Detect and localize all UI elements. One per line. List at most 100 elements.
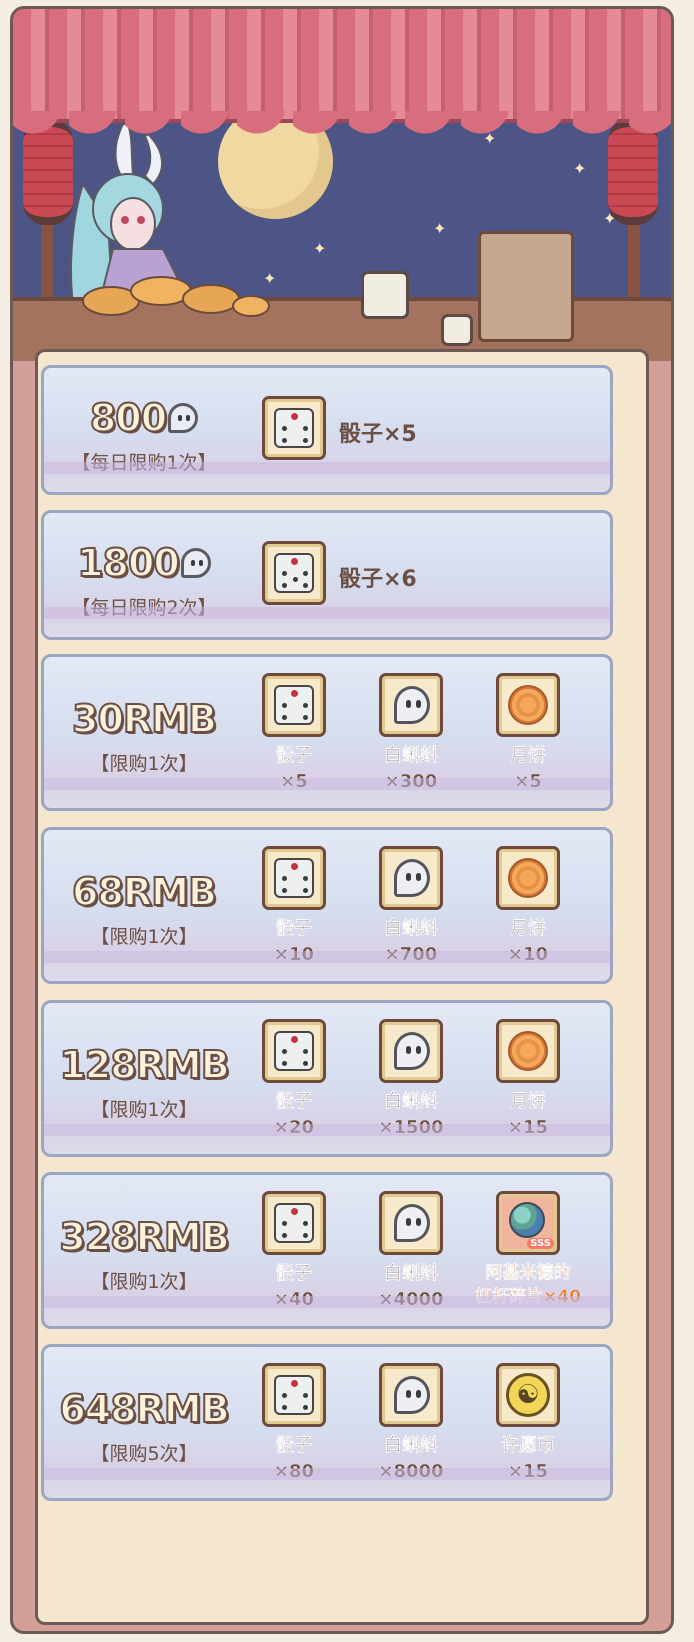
item-frame — [496, 846, 560, 910]
item-qty: ×300 — [384, 771, 438, 792]
reward-item-dice: 骰子 ×20 — [234, 1019, 354, 1141]
white-tadpole-icon — [394, 1376, 430, 1414]
item-frame — [379, 846, 443, 910]
item-frame — [496, 673, 560, 737]
pack-card[interactable]: 68RMB 【限购1次】 骰子 ×10 白蝌蚪 ×700 月饼 ×10 — [41, 827, 613, 984]
item-name: 阿基米德的 — [485, 1263, 571, 1283]
item-qty: ×40 — [273, 1289, 315, 1310]
purchase-limit: 【每日限购1次】 — [71, 452, 217, 474]
item-frame — [379, 1363, 443, 1427]
star-icon: ✦ — [313, 239, 327, 258]
reward-item-tadpole: 白蝌蚪 ×700 — [351, 846, 471, 968]
item-name: 月饼 — [510, 918, 546, 939]
item-name: 骰子 — [276, 1263, 312, 1284]
pack-price: 328RMB — [58, 1214, 230, 1260]
pack-price: 1800 — [76, 540, 181, 586]
curtain-decoration — [13, 9, 671, 123]
dice-icon — [274, 408, 314, 448]
pack-price: 30RMB — [71, 696, 218, 742]
item-frame — [379, 1191, 443, 1255]
item-name: 骰子 — [276, 1091, 312, 1112]
pack-card[interactable]: 128RMB 【限购1次】 骰子 ×20 白蝌蚪 ×1500 月饼 ×15 — [41, 1000, 613, 1157]
mooncake-icon — [508, 1031, 548, 1071]
item-qty: ×1500 — [378, 1117, 444, 1138]
item-qty: 杠杆碎片×40 — [475, 1287, 581, 1307]
reward-item-mooncake: 月饼 ×15 — [468, 1019, 588, 1141]
star-icon: ✦ — [573, 159, 587, 178]
mooncake-icon — [508, 858, 548, 898]
pack-card[interactable]: 30RMB 【限购1次】 骰子 ×5 白蝌蚪 ×300 月饼 ×5 — [41, 654, 613, 811]
reward-label: 骰子×5 — [339, 422, 417, 447]
pack-card[interactable]: 800 【每日限购1次】 骰子×5 — [41, 365, 613, 495]
reward-item — [256, 541, 332, 605]
mooncake-pile-illustration — [82, 276, 270, 317]
dice-icon — [274, 685, 314, 725]
reward-item-dice: 骰子 ×5 — [234, 673, 354, 795]
price-row: 1800 — [44, 540, 244, 586]
reward-item-tadpole: 白蝌蚪 ×8000 — [351, 1363, 471, 1485]
pack-price: 68RMB — [71, 869, 218, 915]
purchase-limit: 【限购5次】 — [90, 1443, 198, 1465]
item-qty: ×10 — [273, 944, 315, 965]
reward-item-dice: 骰子 ×10 — [234, 846, 354, 968]
reward-label: 骰子×6 — [339, 567, 417, 592]
purchase-limit: 【限购1次】 — [90, 753, 198, 775]
pack-price: 648RMB — [58, 1386, 230, 1432]
reward-item-dice: 骰子 ×40 — [234, 1191, 354, 1313]
item-name: 骰子 — [276, 1435, 312, 1456]
item-qty: ×5 — [280, 771, 308, 792]
reward-item-mooncake: 月饼 ×10 — [468, 846, 588, 968]
white-tadpole-icon — [394, 686, 430, 724]
item-frame: SSS — [496, 1191, 560, 1255]
dice-icon — [274, 553, 314, 593]
pack-card[interactable]: 328RMB 【限购1次】 骰子 ×40 白蝌蚪 ×4000 SSS 阿基米德的… — [41, 1172, 613, 1329]
pack-card[interactable]: 648RMB 【限购5次】 骰子 ×80 白蝌蚪 ×8000 许愿币 ×15 — [41, 1344, 613, 1501]
dice-icon — [274, 1031, 314, 1071]
curtain-edge-decoration — [13, 111, 671, 151]
purchase-limit: 【限购1次】 — [90, 926, 198, 948]
item-qty: ×5 — [514, 771, 542, 792]
item-frame — [262, 541, 326, 605]
item-frame — [379, 673, 443, 737]
dice-prop-illustration — [361, 271, 409, 319]
item-qty: ×8000 — [378, 1461, 444, 1482]
wish-coin-icon — [506, 1373, 550, 1417]
cabinet-illustration — [478, 231, 574, 342]
star-icon: ✦ — [433, 219, 447, 238]
reward-item-wish-coin: 许愿币 ×15 — [468, 1363, 588, 1485]
reward-item — [256, 396, 332, 460]
item-frame — [379, 1019, 443, 1083]
item-frame — [496, 1019, 560, 1083]
white-tadpole-icon — [394, 859, 430, 897]
purchase-limit: 【限购1次】 — [90, 1271, 198, 1293]
reward-item-tadpole: 白蝌蚪 ×1500 — [351, 1019, 471, 1141]
pack-price: 800 — [89, 395, 168, 441]
item-name: 骰子 — [276, 745, 312, 766]
purchase-limit: 【每日限购2次】 — [71, 597, 217, 619]
dice-icon — [274, 858, 314, 898]
item-frame — [262, 673, 326, 737]
item-frame — [496, 1363, 560, 1427]
item-frame — [262, 1019, 326, 1083]
item-frame — [262, 1191, 326, 1255]
item-name: 白蝌蚪 — [384, 1091, 438, 1112]
white-tadpole-icon — [168, 403, 199, 433]
item-frame — [262, 846, 326, 910]
item-qty: ×10 — [507, 944, 549, 965]
pack-price: 128RMB — [58, 1042, 230, 1088]
item-qty: ×15 — [507, 1117, 549, 1138]
item-name: 骰子 — [276, 918, 312, 939]
item-name: 白蝌蚪 — [384, 1435, 438, 1456]
item-name: 月饼 — [510, 1091, 546, 1112]
price-row: 800 — [44, 395, 244, 441]
item-qty: ×15 — [507, 1461, 549, 1482]
dice-icon — [274, 1375, 314, 1415]
white-tadpole-icon — [180, 548, 211, 578]
item-name: 许愿币 — [501, 1435, 555, 1456]
white-tadpole-icon — [394, 1032, 430, 1070]
item-qty: ×700 — [384, 944, 438, 965]
pack-card[interactable]: 1800 【每日限购2次】 骰子×6 — [41, 510, 613, 640]
reward-item-lever-fragment: SSS 阿基米德的 杠杆碎片×40 — [448, 1191, 608, 1309]
archimedes-lever-fragment-icon — [509, 1202, 545, 1238]
dice-icon — [274, 1203, 314, 1243]
